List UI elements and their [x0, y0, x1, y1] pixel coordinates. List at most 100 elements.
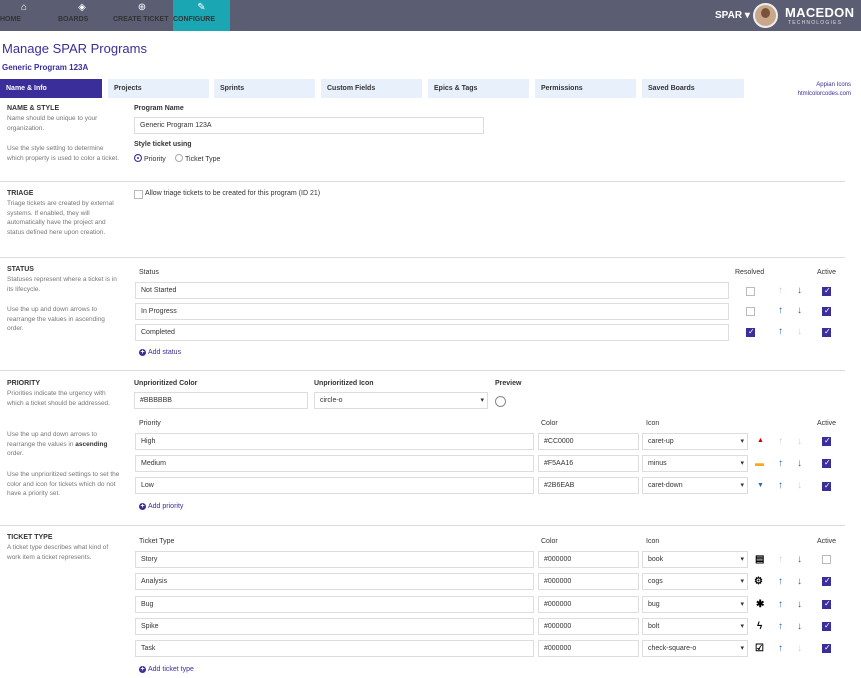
program-title: Generic Program 123A	[2, 63, 89, 72]
ticket-type-active-checkbox[interactable]	[822, 599, 831, 609]
move-up-icon[interactable]: ↑	[778, 458, 783, 469]
priority-active-checkbox[interactable]	[822, 436, 831, 446]
ticket-type-color-input[interactable]: #000000	[538, 573, 639, 590]
tab-permissions[interactable]: Permissions	[535, 79, 636, 98]
move-up-icon[interactable]: ↑	[778, 599, 783, 610]
priority-active-checkbox[interactable]	[822, 458, 831, 468]
move-up-icon[interactable]: ↑	[778, 576, 783, 587]
active-col-header: Active	[817, 420, 837, 427]
move-up-icon[interactable]: ↑	[778, 305, 783, 316]
status-resolved-checkbox[interactable]	[746, 327, 755, 337]
status-name-input[interactable]: Not Started	[135, 282, 729, 299]
priority-icon-select[interactable]: caret-down	[642, 477, 748, 494]
status-name-input[interactable]: Completed	[135, 324, 729, 341]
boards-icon: ◈	[78, 2, 86, 13]
status-name-input[interactable]: In Progress	[135, 303, 729, 320]
move-up-icon: ↑	[778, 436, 783, 447]
move-up-icon[interactable]: ↑	[778, 326, 783, 337]
ticket-type-color-input[interactable]: #000000	[538, 551, 639, 568]
divider	[0, 525, 845, 526]
unprioritized-color-input[interactable]: #BBBBBB	[134, 392, 308, 409]
priority-color-input[interactable]: #F5AA16	[538, 455, 639, 472]
tab-projects[interactable]: Projects	[108, 79, 209, 98]
move-up-icon[interactable]: ↑	[778, 621, 783, 632]
ticket-type-active-checkbox[interactable]	[822, 621, 831, 631]
tab-custom-fields[interactable]: Custom Fields	[321, 79, 422, 98]
status-active-checkbox[interactable]	[822, 306, 831, 316]
ticket-type-icon-select[interactable]: check-square-o	[642, 640, 748, 657]
nav-create-ticket[interactable]: ⊕ CREATE TICKET	[113, 0, 171, 31]
ticket-type-name-input[interactable]: Bug	[135, 596, 534, 613]
htmlcolorcodes-link[interactable]: htmlcolorcodes.com	[798, 91, 851, 97]
nav-boards[interactable]: ◈ BOARDS	[58, 0, 106, 31]
color-col-header: Color	[541, 538, 558, 545]
ticket-type-active-checkbox[interactable]	[822, 555, 831, 564]
triage-checkbox[interactable]	[134, 190, 143, 199]
add-status-label: Add status	[148, 349, 182, 356]
nav-configure[interactable]: ✎ CONFIGURE	[173, 0, 230, 31]
priority-desc-2b: ascending	[75, 440, 108, 448]
plus-circle-icon: +	[139, 503, 146, 510]
program-name-input[interactable]: Generic Program 123A	[134, 117, 484, 134]
priority-icon-select[interactable]: caret-up	[642, 433, 748, 450]
status-active-checkbox[interactable]	[822, 327, 831, 337]
priority-icon-select[interactable]: minus	[642, 455, 748, 472]
tab-saved-boards[interactable]: Saved Boards	[642, 79, 744, 98]
add-priority-link[interactable]: + Add priority	[139, 503, 183, 510]
move-down-icon: ↓	[797, 480, 802, 491]
user-menu[interactable]: SPAR ▾	[715, 10, 750, 21]
move-down-icon: ↓	[797, 326, 802, 337]
status-resolved-checkbox[interactable]	[746, 287, 755, 296]
priority-name-input[interactable]: Medium	[135, 455, 534, 472]
ticket-type-icon-select[interactable]: book	[642, 551, 748, 568]
style-priority-label: Priority	[144, 156, 166, 163]
status-title: STATUS	[7, 266, 34, 273]
ticket-type-icon-select[interactable]: bolt	[642, 618, 748, 635]
ticket-type-color-input[interactable]: #000000	[538, 596, 639, 613]
add-status-link[interactable]: + Add status	[139, 349, 181, 356]
unprioritized-color-label: Unprioritized Color	[134, 380, 198, 387]
move-down-icon[interactable]: ↓	[797, 554, 802, 565]
move-down-icon[interactable]: ↓	[797, 576, 802, 587]
ticket-type-name-input[interactable]: Task	[135, 640, 534, 657]
color-col-header: Color	[541, 420, 558, 427]
style-type-radio[interactable]: Ticket Type	[175, 154, 220, 163]
style-priority-radio[interactable]: Priority	[134, 154, 166, 163]
add-ticket-type-link[interactable]: + Add ticket type	[139, 666, 194, 673]
ticket-type-name-input[interactable]: Spike	[135, 618, 534, 635]
ticket-type-active-checkbox[interactable]	[822, 576, 831, 586]
priority-name-input[interactable]: Low	[135, 477, 534, 494]
caret-down-icon: ▼	[757, 482, 764, 489]
priority-color-input[interactable]: #2B6EAB	[538, 477, 639, 494]
ticket-type-name-input[interactable]: Analysis	[135, 573, 534, 590]
ticket-type-icon-select[interactable]: cogs	[642, 573, 748, 590]
ticket-type-name-input[interactable]: Story	[135, 551, 534, 568]
nav-configure-label: CONFIGURE	[173, 16, 215, 23]
move-down-icon[interactable]: ↓	[797, 458, 802, 469]
ticket-type-active-checkbox[interactable]	[822, 643, 831, 653]
ticket-type-color-input[interactable]: #000000	[538, 640, 639, 657]
tab-name-info[interactable]: Name & Info	[0, 79, 102, 98]
move-down-icon[interactable]: ↓	[797, 599, 802, 610]
move-up-icon[interactable]: ↑	[778, 480, 783, 491]
priority-color-input[interactable]: #CC0000	[538, 433, 639, 450]
appian-icons-link[interactable]: Appian Icons	[816, 82, 851, 88]
status-resolved-checkbox[interactable]	[746, 307, 755, 316]
status-active-checkbox[interactable]	[822, 286, 831, 296]
radio-empty-icon	[175, 154, 183, 162]
move-down-icon[interactable]: ↓	[797, 305, 802, 316]
move-down-icon: ↓	[797, 436, 802, 447]
avatar[interactable]	[753, 3, 778, 28]
ticket-type-color-input[interactable]: #000000	[538, 618, 639, 635]
move-down-icon[interactable]: ↓	[797, 621, 802, 632]
plus-circle-icon: +	[139, 349, 146, 356]
unprioritized-icon-select[interactable]: circle-o	[314, 392, 488, 409]
move-down-icon[interactable]: ↓	[797, 285, 802, 296]
move-up-icon[interactable]: ↑	[778, 643, 783, 654]
priority-name-input[interactable]: High	[135, 433, 534, 450]
tab-epics-tags[interactable]: Epics & Tags	[428, 79, 529, 98]
nav-home[interactable]: ⌂ HOME	[0, 0, 48, 31]
tab-sprints[interactable]: Sprints	[214, 79, 315, 98]
ticket-type-icon-select[interactable]: bug	[642, 596, 748, 613]
priority-active-checkbox[interactable]	[822, 481, 831, 491]
